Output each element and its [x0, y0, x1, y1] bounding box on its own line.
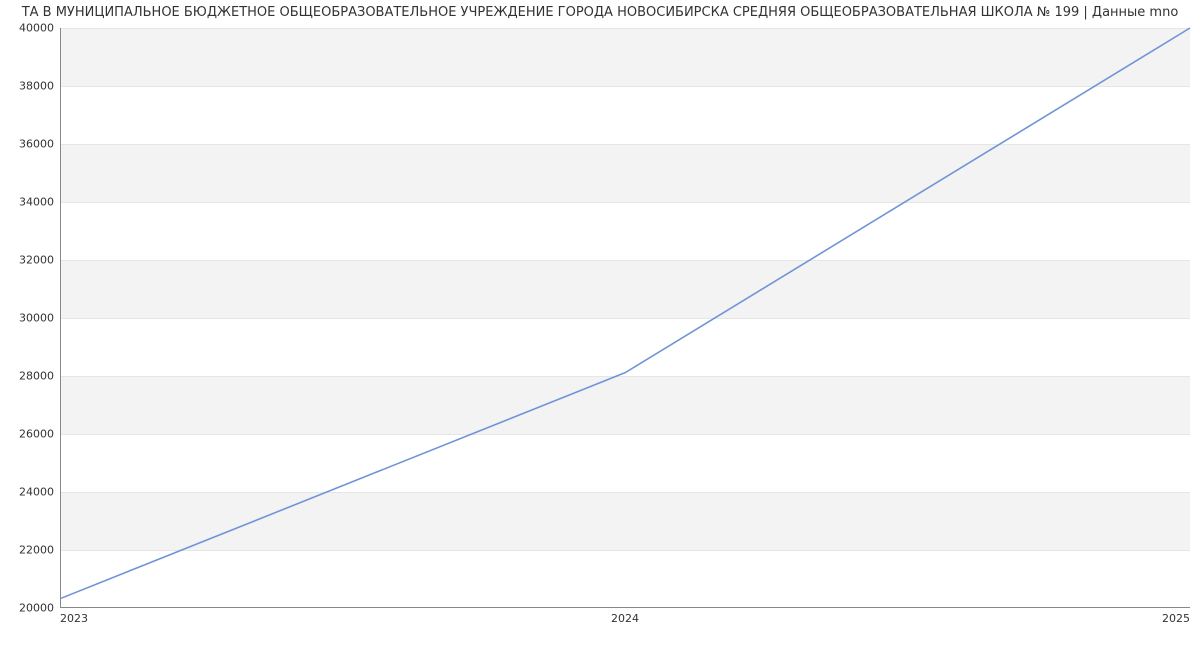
- y-tick-label: 36000: [4, 138, 54, 151]
- y-tick-label: 22000: [4, 544, 54, 557]
- plot-area: [60, 28, 1190, 608]
- y-tick-label: 38000: [4, 80, 54, 93]
- data-line: [61, 28, 1190, 607]
- x-tick-label: 2024: [611, 612, 639, 625]
- line-chart: ТА В МУНИЦИПАЛЬНОЕ БЮДЖЕТНОЕ ОБЩЕОБРАЗОВ…: [0, 0, 1200, 650]
- y-tick-label: 32000: [4, 254, 54, 267]
- x-tick-label: 2023: [60, 612, 88, 625]
- y-tick-label: 30000: [4, 312, 54, 325]
- y-tick-label: 20000: [4, 602, 54, 615]
- y-tick-label: 26000: [4, 428, 54, 441]
- y-tick-label: 34000: [4, 196, 54, 209]
- y-tick-label: 40000: [4, 22, 54, 35]
- y-tick-label: 24000: [4, 486, 54, 499]
- y-tick-label: 28000: [4, 370, 54, 383]
- x-tick-label: 2025: [1162, 612, 1190, 625]
- chart-title: ТА В МУНИЦИПАЛЬНОЕ БЮДЖЕТНОЕ ОБЩЕОБРАЗОВ…: [0, 4, 1200, 22]
